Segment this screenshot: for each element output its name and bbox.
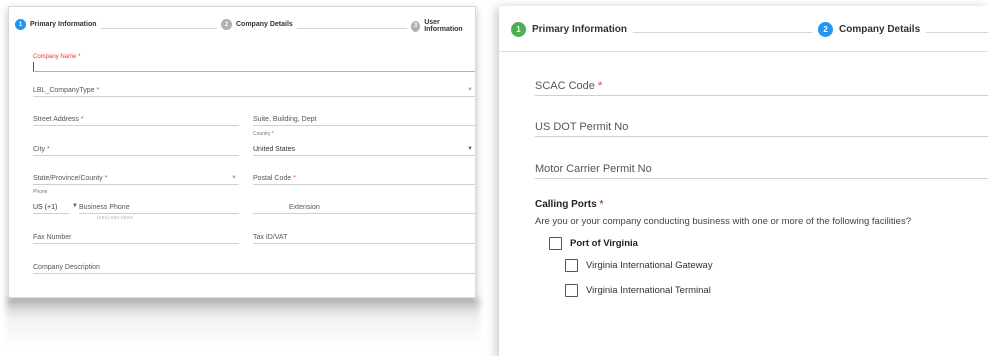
checkbox[interactable] — [565, 284, 578, 297]
chevron-down-icon: ▼ — [467, 87, 473, 93]
calling-ports-question: Are you or your company conducting busin… — [535, 216, 911, 227]
scac-code-field[interactable]: SCAC Code * — [535, 77, 988, 96]
company-description-field[interactable]: Company Description — [33, 259, 475, 274]
stepper: 1 Primary Information 2 Company Details … — [9, 19, 475, 39]
step-connector — [89, 28, 219, 29]
calling-ports-heading: Calling Ports * — [535, 199, 604, 210]
step-number-badge: 2 — [818, 22, 833, 37]
port-of-virginia-checkbox[interactable]: Port of Virginia — [549, 237, 638, 250]
stepper: 1 Primary Information 2 Company Details — [499, 22, 988, 44]
country-value: United States — [253, 146, 296, 153]
us-dot-permit-field[interactable]: US DOT Permit No — [535, 118, 988, 137]
step-primary-information[interactable]: 1 Primary Information — [511, 22, 634, 37]
step-connector — [919, 32, 988, 33]
motor-carrier-permit-field[interactable]: Motor Carrier Permit No — [535, 160, 988, 179]
company-type-select[interactable]: LBL_CompanyType * ▼ — [33, 82, 475, 97]
suite-field[interactable]: Suite, Building, Dept — [253, 111, 475, 126]
phone-country-code-select[interactable]: Phone US (+1) — [33, 189, 69, 214]
business-phone-field[interactable]: Business Phone — [79, 189, 239, 214]
step-label: Company Details — [236, 21, 293, 28]
city-field[interactable]: City * — [33, 141, 239, 156]
step-connector — [623, 32, 819, 33]
fax-number-field[interactable]: Fax Number — [33, 229, 239, 244]
text-cursor — [33, 62, 34, 71]
divider — [499, 51, 988, 52]
postal-code-field[interactable]: Postal Code * — [253, 170, 475, 185]
state-select[interactable]: State/Province/County * ▼ — [33, 170, 239, 185]
step-label: Company Details — [839, 24, 921, 35]
step-number-badge: 3 — [411, 20, 421, 32]
extension-field[interactable]: Extension — [253, 199, 475, 214]
step-number-badge: 1 — [15, 19, 26, 30]
chevron-down-icon[interactable]: ▼ — [72, 203, 78, 209]
company-details-form: 1 Primary Information 2 Company Details … — [499, 6, 988, 356]
company-name-input[interactable] — [33, 61, 475, 72]
step-label: Primary Information — [532, 24, 628, 35]
virginia-international-terminal-checkbox[interactable]: Virginia International Terminal — [565, 284, 711, 297]
virginia-international-gateway-checkbox[interactable]: Virginia International Gateway — [565, 259, 713, 272]
chevron-down-icon: ▼ — [231, 175, 237, 181]
primary-information-form: 1 Primary Information 2 Company Details … — [8, 6, 476, 298]
step-number-badge: 2 — [221, 19, 232, 30]
checkbox[interactable] — [565, 259, 578, 272]
country-select[interactable]: Country * United States ▼ — [253, 131, 475, 156]
step-company-details[interactable]: 2 Company Details — [812, 22, 927, 37]
step-company-details[interactable]: 2 Company Details — [217, 19, 297, 30]
checkbox[interactable] — [549, 237, 562, 250]
phone-format-hint: (XXX) XXX-XXXX — [97, 215, 133, 220]
step-label: Primary Information — [30, 21, 97, 28]
company-name-label: Company Name * — [33, 54, 81, 60]
step-connector — [289, 28, 409, 29]
tax-id-field[interactable]: Tax ID/VAT — [253, 229, 475, 244]
step-user-information[interactable]: 3 User Information — [407, 19, 475, 33]
chevron-down-icon: ▼ — [467, 146, 473, 152]
card-shadow — [6, 298, 480, 348]
step-number-badge: 1 — [511, 22, 526, 37]
step-primary-information[interactable]: 1 Primary Information — [15, 19, 101, 30]
street-address-field[interactable]: Street Address * — [33, 111, 239, 126]
step-label: User Information — [424, 19, 463, 33]
